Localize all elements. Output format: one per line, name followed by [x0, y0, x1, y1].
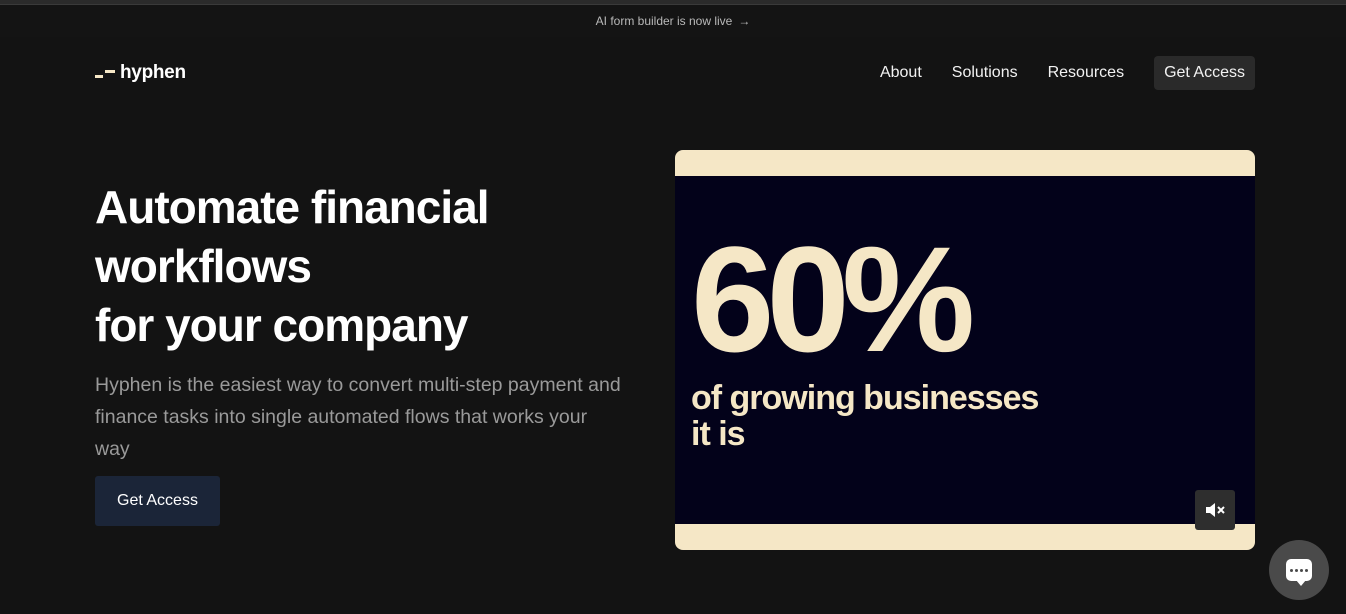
promo-video[interactable]: 60% of growing businesses it is — [675, 150, 1255, 550]
hero-section: Automate financial workflows for your co… — [95, 178, 635, 465]
hyphen-logo-icon — [95, 67, 115, 79]
speaker-muted-icon — [1206, 503, 1225, 517]
brand-name: hyphen — [120, 61, 186, 83]
video-caption-line: it is — [691, 415, 746, 453]
nav-item-resources[interactable]: Resources — [1038, 56, 1134, 90]
announcement-text[interactable]: AI form builder is now live — [596, 14, 733, 28]
hero-subtitle: Hyphen is the easiest way to convert mul… — [95, 374, 621, 460]
brand-logo[interactable]: hyphen — [95, 62, 186, 84]
video-caption-line: of growing businesses — [691, 379, 1039, 417]
nav-item-about[interactable]: About — [870, 56, 932, 90]
hero-title-line: workflows — [95, 240, 312, 292]
hero-title: Automate financial workflows for your co… — [95, 178, 635, 355]
video-stat: 60% — [691, 215, 975, 383]
nav-get-access-button[interactable]: Get Access — [1154, 55, 1255, 90]
arrow-right-icon: → — [738, 14, 751, 28]
chat-launcher-button[interactable] — [1269, 540, 1329, 600]
hero-title-line: Automate financial — [95, 181, 490, 233]
announcement-bar[interactable]: AI form builder is now live → — [0, 5, 1346, 37]
video-frame: 60% of growing businesses it is — [675, 176, 1255, 530]
hero-title-line: for your company — [95, 299, 469, 351]
nav-item-solutions[interactable]: Solutions — [942, 56, 1028, 90]
chat-bubble-icon — [1286, 559, 1312, 586]
unmute-button[interactable] — [1195, 490, 1235, 530]
nav-menu: About Solutions Resources Get Access — [870, 55, 1255, 90]
top-navigation: hyphen About Solutions Resources Get Acc… — [95, 55, 1255, 90]
hero-get-access-button[interactable]: Get Access — [95, 476, 220, 526]
